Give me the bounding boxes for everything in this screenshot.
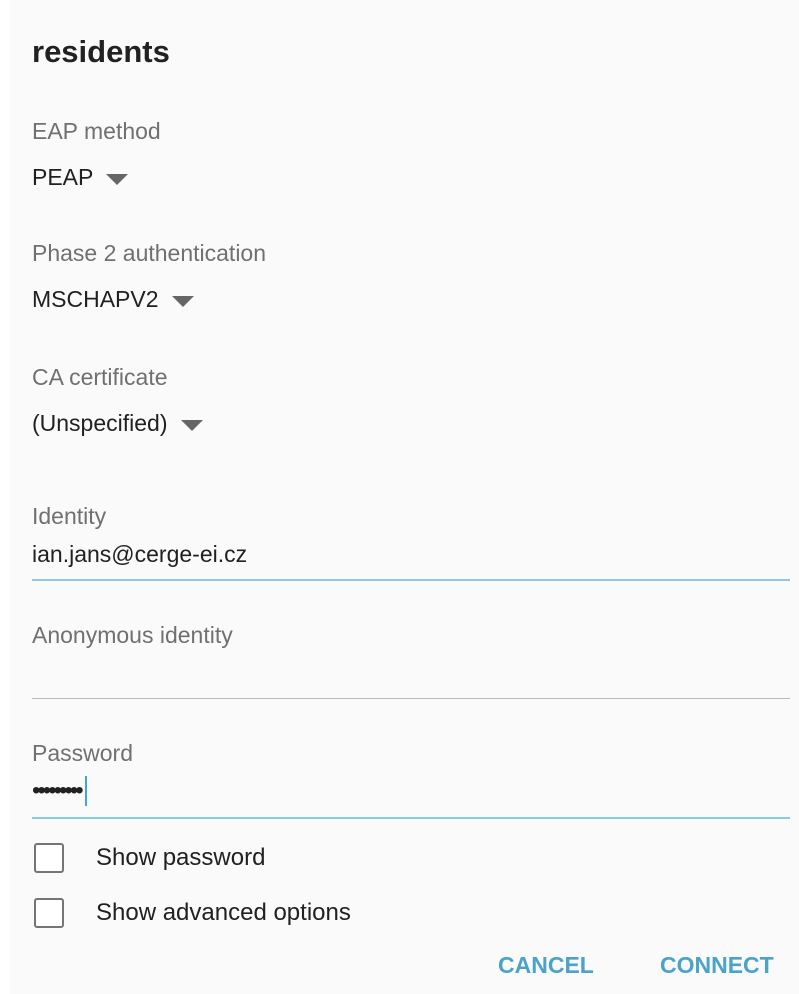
wifi-config-dialog: residents EAP method PEAP Phase 2 authen…: [10, 0, 799, 994]
eap-method-dropdown[interactable]: PEAP: [32, 160, 129, 194]
show-advanced-checkbox[interactable]: [34, 898, 64, 928]
anonymous-identity-input[interactable]: [32, 654, 790, 694]
identity-input[interactable]: [32, 534, 790, 574]
anonymous-identity-label: Anonymous identity: [32, 622, 233, 648]
dialog-title: residents: [32, 34, 170, 69]
identity-label: Identity: [32, 503, 107, 529]
password-input[interactable]: •••••••••: [32, 773, 87, 809]
phase2-auth-value: MSCHAPV2: [32, 285, 159, 312]
text-cursor: [84, 776, 87, 806]
show-password-option[interactable]: Show password: [34, 843, 265, 873]
identity-underline: [32, 579, 790, 581]
dropdown-arrow-icon: [180, 419, 203, 431]
show-password-label: Show password: [96, 844, 266, 871]
show-password-checkbox[interactable]: [34, 843, 64, 873]
ca-certificate-dropdown[interactable]: (Unspecified): [32, 406, 203, 440]
password-underline: [32, 817, 790, 819]
ca-certificate-value: (Unspecified): [32, 409, 168, 436]
cancel-button[interactable]: CANCEL: [498, 952, 594, 979]
eap-method-value: PEAP: [32, 163, 94, 190]
ca-certificate-label: CA certificate: [32, 364, 168, 390]
password-masked-value: •••••••••: [32, 777, 84, 804]
password-label: Password: [32, 740, 133, 766]
eap-method-label: EAP method: [32, 118, 161, 144]
dropdown-arrow-icon: [106, 173, 129, 185]
anonymous-identity-underline: [32, 698, 790, 699]
phase2-auth-label: Phase 2 authentication: [32, 240, 267, 266]
dropdown-arrow-icon: [171, 295, 194, 307]
show-advanced-label: Show advanced options: [96, 899, 351, 926]
phase2-auth-dropdown[interactable]: MSCHAPV2: [32, 282, 194, 316]
show-advanced-option[interactable]: Show advanced options: [34, 898, 351, 928]
connect-button[interactable]: CONNECT: [660, 952, 774, 979]
